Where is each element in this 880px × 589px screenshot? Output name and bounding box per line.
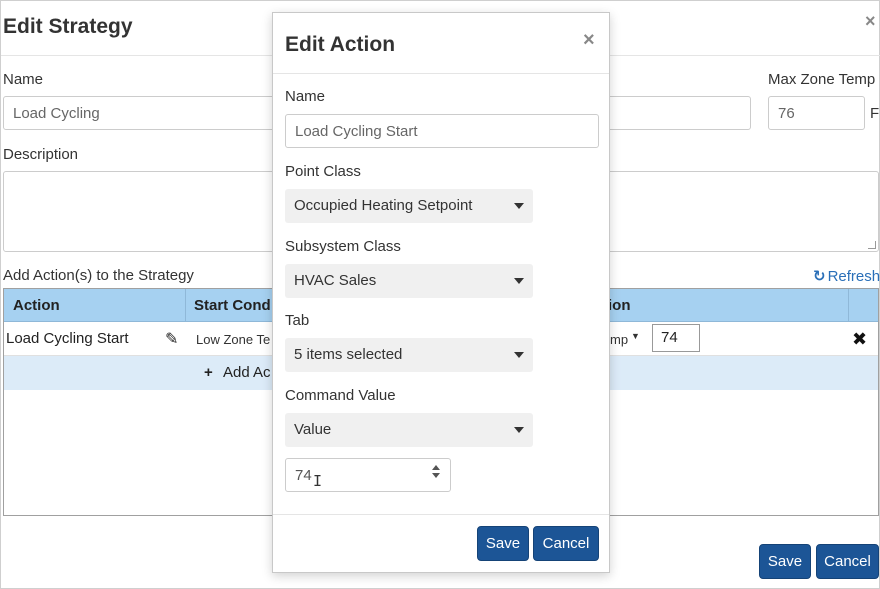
save-button[interactable]: Save <box>759 544 811 579</box>
refresh-icon: ↻ <box>813 268 826 285</box>
row-start-condition: Low Zone Te <box>196 332 271 347</box>
point-class-label: Point Class <box>285 163 361 180</box>
max-zone-temp-unit: F° <box>870 105 880 122</box>
max-zone-temp-input[interactable]: 76 <box>768 96 865 130</box>
subsystem-class-value: HVAC Sales <box>294 272 377 289</box>
subsystem-class-label: Subsystem Class <box>285 238 401 255</box>
chevron-down-icon <box>514 203 524 209</box>
strategy-name-label: Name <box>3 71 44 88</box>
command-value-type-select[interactable]: Value <box>285 413 533 447</box>
pencil-icon[interactable]: ✎ <box>165 329 178 349</box>
command-value-number: 74 <box>295 467 312 484</box>
action-name-label: Name <box>285 88 326 105</box>
plus-icon: + <box>204 364 213 381</box>
grid-header-start-condition[interactable]: Start Cond <box>194 297 271 314</box>
save-button[interactable]: Save <box>477 526 529 561</box>
command-value-label: Command Value <box>285 387 396 404</box>
edit-action-title: Edit Action <box>285 33 396 56</box>
resize-grip-icon[interactable] <box>868 241 876 249</box>
description-label: Description <box>3 146 79 163</box>
column-divider <box>848 289 849 322</box>
cancel-button[interactable]: Cancel <box>816 544 879 579</box>
chevron-down-icon <box>514 278 524 284</box>
cancel-button[interactable]: Cancel <box>533 526 599 561</box>
close-icon[interactable]: × <box>865 11 876 32</box>
footer-divider <box>273 514 609 515</box>
edit-action-dialog: Edit Action × Name Load Cycling Start Po… <box>272 12 610 573</box>
tab-value: 5 items selected <box>294 346 403 363</box>
refresh-link[interactable]: ↻ Refresh <box>813 267 880 286</box>
chevron-down-icon <box>514 352 524 358</box>
spin-up-icon[interactable] <box>432 465 440 470</box>
spinner-arrows[interactable] <box>432 465 440 478</box>
command-value-type: Value <box>294 421 332 438</box>
edit-strategy-title: Edit Strategy <box>3 15 133 38</box>
chevron-down-icon <box>514 427 524 433</box>
tab-select[interactable]: 5 items selected <box>285 338 533 372</box>
refresh-label: Refresh <box>827 267 880 285</box>
action-name-input[interactable]: Load Cycling Start <box>285 114 599 148</box>
column-divider <box>185 289 186 322</box>
point-class-value: Occupied Heating Setpoint <box>294 197 473 214</box>
close-icon[interactable]: × <box>583 29 595 52</box>
point-class-select[interactable]: Occupied Heating Setpoint <box>285 189 533 223</box>
spin-down-icon[interactable] <box>432 473 440 478</box>
command-value-number-input[interactable]: 74 I <box>285 458 451 492</box>
tab-label: Tab <box>285 312 310 329</box>
chevron-down-icon[interactable]: ▼ <box>631 331 640 341</box>
actions-label: Add Action(s) to the Strategy <box>3 267 194 284</box>
row-condition-value-input[interactable]: 74 <box>652 324 700 352</box>
row-action-name: Load Cycling Start <box>6 330 129 347</box>
subsystem-class-select[interactable]: HVAC Sales <box>285 264 533 298</box>
header-divider <box>273 73 609 74</box>
grid-header-action[interactable]: Action <box>13 297 60 314</box>
grid-header-condition[interactable]: ion <box>608 297 631 314</box>
delete-icon[interactable]: ✖ <box>852 329 867 350</box>
row-condition-select[interactable]: mp <box>610 332 628 347</box>
add-action-label[interactable]: Add Ac <box>223 364 271 381</box>
max-zone-temp-label: Max Zone Temp <box>768 71 876 88</box>
text-cursor-icon: I <box>313 472 323 490</box>
